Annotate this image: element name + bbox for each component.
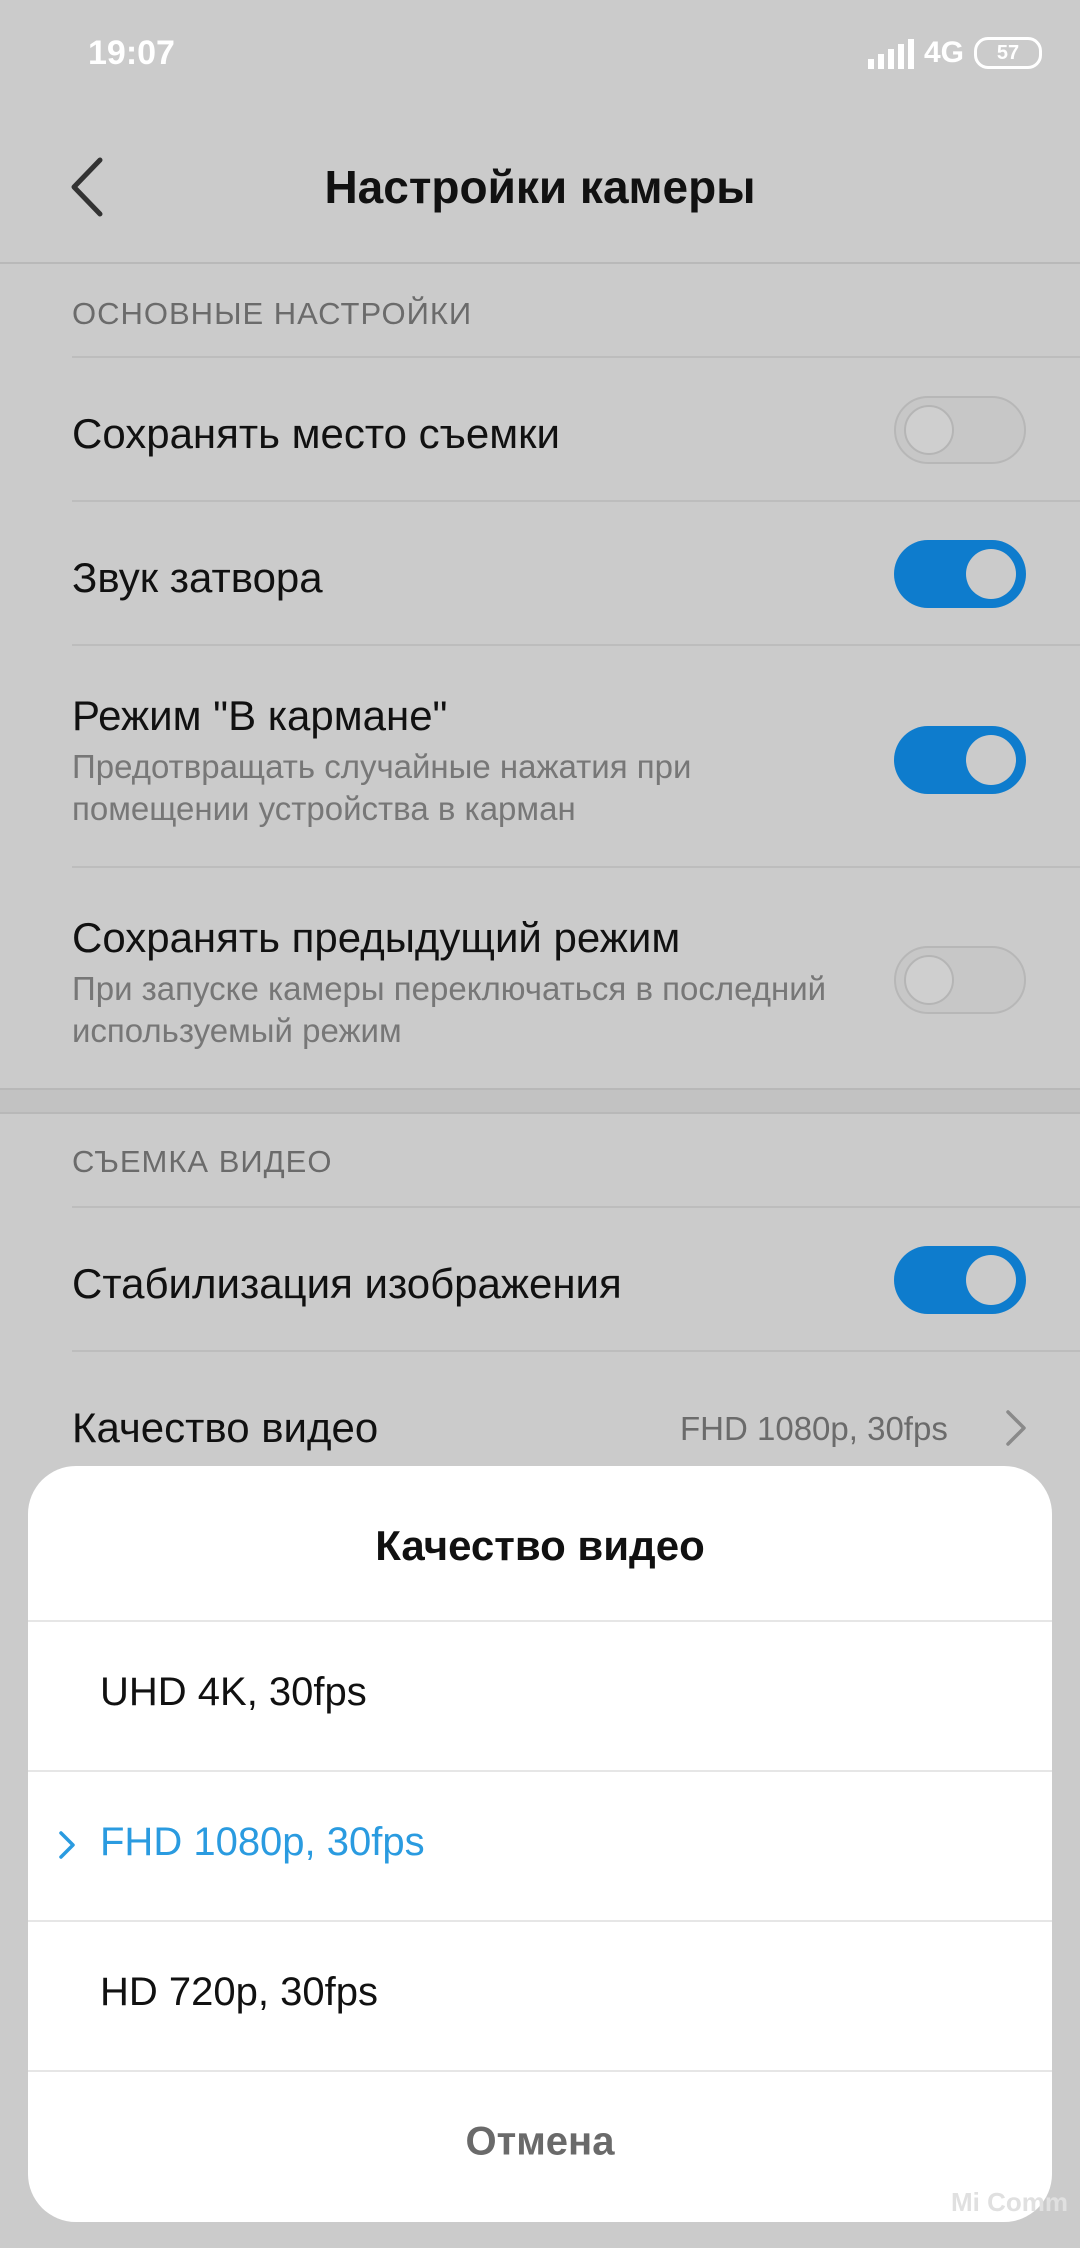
watermark: Mi Comm bbox=[951, 2187, 1068, 2217]
battery-level: 57 bbox=[996, 41, 1020, 64]
status-icons: 4G 57 bbox=[867, 36, 1042, 70]
toggle-knob bbox=[966, 1255, 1016, 1305]
setting-shutter-sound[interactable]: Звук затвора bbox=[72, 500, 1080, 646]
option-label: HD 720p, 30fps bbox=[100, 1970, 378, 2014]
toggle-stabilization[interactable] bbox=[894, 1246, 1026, 1314]
toggle-knob bbox=[966, 549, 1016, 599]
setting-pocket-mode[interactable]: Режим "В кармане" Предотвращать случайны… bbox=[72, 644, 1080, 868]
setting-save-location[interactable]: Сохранять место съемки bbox=[72, 356, 1080, 502]
setting-value: FHD 1080p, 30fps bbox=[680, 1410, 948, 1447]
video-quality-dialog: Качество видео UHD 4K, 30fps FHD 1080p, … bbox=[28, 1466, 1052, 2222]
toggle-save-location[interactable] bbox=[894, 396, 1026, 464]
toggle-save-previous-mode[interactable] bbox=[894, 946, 1026, 1014]
toggle-pocket-mode[interactable] bbox=[894, 726, 1026, 794]
option-hd-720p[interactable]: HD 720p, 30fps bbox=[28, 1922, 1052, 2070]
setting-title: Звук затвора bbox=[72, 554, 323, 601]
toggle-knob bbox=[904, 405, 954, 455]
status-bar: 19:07 4G 57 bbox=[0, 0, 1080, 110]
option-fhd-1080p[interactable]: FHD 1080p, 30fps bbox=[28, 1772, 1052, 1920]
setting-title: Стабилизация изображения bbox=[72, 1260, 622, 1307]
setting-subtitle: При запуске камеры переключаться в после… bbox=[72, 970, 827, 1049]
toggle-knob bbox=[904, 955, 954, 1005]
setting-subtitle: Предотвращать случайные нажатия при поме… bbox=[72, 748, 692, 827]
section-label-video: СЪЕМКА ВИДЕО bbox=[72, 1144, 333, 1179]
toggle-shutter-sound[interactable] bbox=[894, 540, 1026, 608]
chevron-right-icon bbox=[1006, 1410, 1026, 1446]
setting-title: Сохранять предыдущий режим bbox=[72, 914, 681, 961]
page-title: Настройки камеры bbox=[324, 161, 756, 213]
dialog-title: Качество видео bbox=[375, 1522, 705, 1569]
signal-icon bbox=[867, 37, 914, 69]
dialog-divider bbox=[28, 2070, 1052, 2072]
setting-title: Режим "В кармане" bbox=[72, 692, 448, 739]
option-label: UHD 4K, 30fps bbox=[100, 1670, 367, 1714]
cancel-button[interactable]: Отмена bbox=[28, 2120, 1052, 2165]
status-time: 19:07 bbox=[88, 34, 175, 72]
setting-save-previous-mode[interactable]: Сохранять предыдущий режим При запуске к… bbox=[72, 866, 1080, 1090]
option-uhd-4k[interactable]: UHD 4K, 30fps bbox=[28, 1622, 1052, 1770]
setting-title: Качество видео bbox=[72, 1404, 379, 1451]
selected-chevron-icon bbox=[59, 1831, 75, 1859]
network-type: 4G bbox=[923, 36, 964, 69]
section-divider bbox=[0, 1088, 1080, 1114]
battery-icon: 57 bbox=[974, 37, 1042, 69]
app-header: Настройки камеры bbox=[0, 110, 1080, 264]
toggle-knob bbox=[966, 735, 1016, 785]
setting-title: Сохранять место съемки bbox=[72, 410, 561, 457]
setting-stabilization[interactable]: Стабилизация изображения bbox=[72, 1206, 1080, 1352]
option-label: FHD 1080p, 30fps bbox=[100, 1820, 425, 1864]
section-label-basic: ОСНОВНЫЕ НАСТРОЙКИ bbox=[72, 296, 473, 331]
